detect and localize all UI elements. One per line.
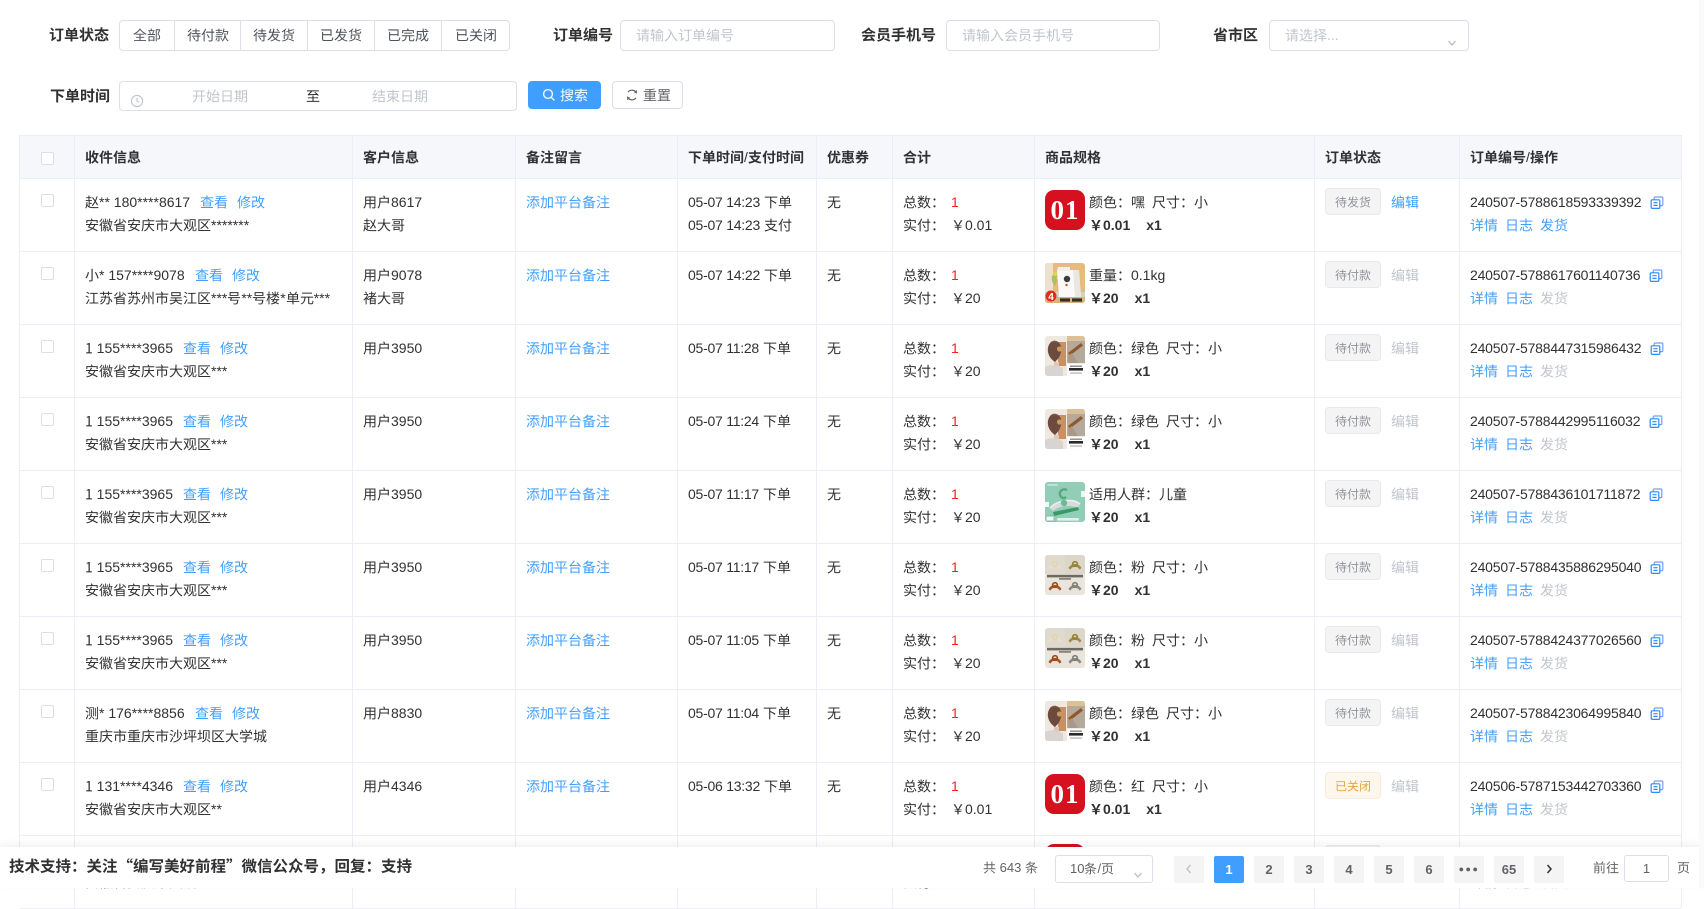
svg-text:4: 4 [1048, 292, 1054, 303]
